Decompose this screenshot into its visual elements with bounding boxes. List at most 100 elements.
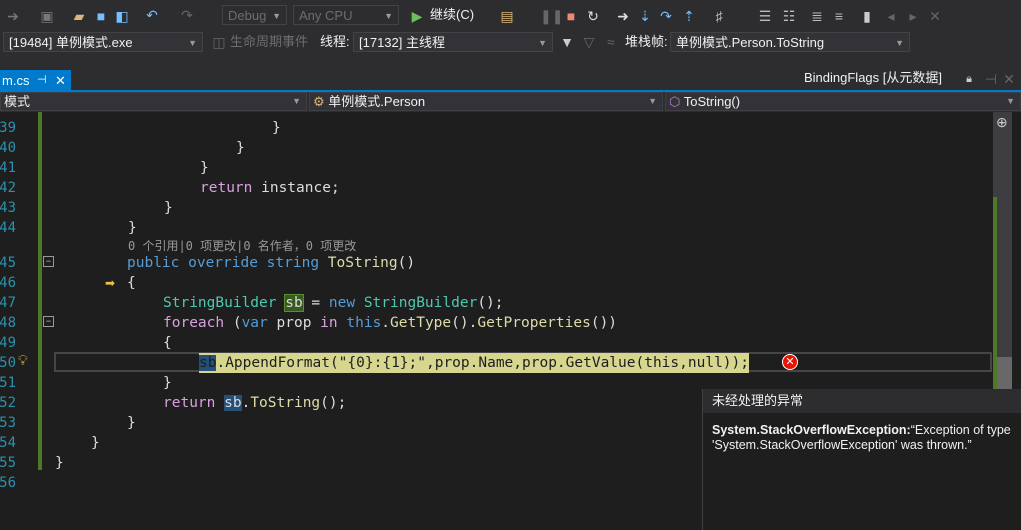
config-dropdown[interactable]: Debug ▼ [222, 5, 287, 25]
find-icon[interactable]: ▤ [498, 8, 516, 24]
member-dropdown[interactable]: ⬡ ToString() ▼ [665, 92, 1021, 111]
highlighted-variable: sb [284, 294, 304, 312]
codelens[interactable]: 0 个引用|0 项更改|0 名作者，0 项更改 [128, 237, 356, 254]
code-line-45: public override string ToString() [127, 253, 415, 273]
step-over-icon[interactable]: ↷ [657, 8, 675, 24]
indent-icon[interactable]: ≣ [808, 8, 826, 24]
project-dropdown[interactable]: 模式 ▼ [0, 92, 307, 111]
line-number: 43 [0, 200, 16, 216]
chevron-down-icon: ▼ [1006, 96, 1015, 106]
method-icon: ⬡ [669, 94, 684, 109]
highlighted-variable: sb [224, 395, 242, 411]
step-out-icon[interactable]: ⇡ [680, 8, 698, 24]
close-icon[interactable]: ✕ [55, 70, 66, 91]
collapse-icon[interactable]: − [43, 256, 54, 267]
toggle-flag-icon[interactable]: ≈ [602, 34, 620, 50]
process-value: [19484] 单例模式.exe [9, 35, 133, 50]
code-text: () [397, 255, 416, 271]
restart-icon[interactable]: ↻ [584, 8, 602, 24]
class-value: 单例模式.Person [328, 94, 426, 109]
filter-icon[interactable]: ▼ [558, 34, 576, 50]
open-file-icon[interactable]: ▰ [70, 8, 88, 24]
method-name: ToString [250, 395, 321, 411]
pin-icon[interactable]: ⊣ [37, 70, 47, 91]
code-text: ()) [590, 315, 618, 331]
play-icon[interactable]: ▶ [408, 8, 426, 24]
class-dropdown[interactable]: ⚙ 单例模式.Person ▼ [309, 92, 663, 111]
clear-bookmark-icon[interactable]: ✕ [926, 8, 944, 24]
tab-preview-binding-flags[interactable]: BindingFlags [从元数据] [804, 68, 942, 88]
chevron-down-icon: ▼ [538, 38, 547, 48]
line-number: 46 [0, 275, 16, 291]
keyword: return [163, 395, 216, 411]
keyword: return [200, 180, 253, 196]
keyword: foreach [163, 315, 225, 331]
code-text: . [381, 315, 391, 331]
hex-icon[interactable]: ♯ [710, 8, 728, 24]
collapse-icon[interactable]: − [43, 316, 54, 327]
split-icon[interactable]: ⊕ [996, 114, 1008, 131]
redo-icon[interactable]: ↷ [178, 7, 196, 23]
line-number: 47 [0, 295, 16, 311]
thread-label: 线程: [320, 34, 350, 49]
line-number: 50 [0, 355, 16, 371]
stack-frame-dropdown[interactable]: 单例模式.Person.ToString ▼ [670, 32, 910, 52]
code-line-39: } [272, 120, 281, 136]
chevron-down-icon: ▼ [188, 38, 197, 48]
continue-button[interactable]: 继续(C) [430, 5, 474, 25]
stop-icon[interactable]: ■ [562, 8, 580, 24]
code-line-52: return sb.ToString(); [163, 393, 346, 413]
lifecycle-icon: ◫ [212, 34, 226, 50]
method-name: ToString [327, 255, 398, 271]
type-name: StringBuilder [363, 295, 478, 311]
step-into-icon[interactable]: ⇣ [636, 8, 654, 24]
type-name: StringBuilder [163, 295, 286, 311]
keyword: public override string [127, 255, 328, 271]
chevron-down-icon: ▼ [272, 11, 281, 21]
exception-title: 未经处理的异常 [703, 389, 1021, 413]
line-number: 51 [0, 375, 16, 391]
lightbulb-icon[interactable]: 💡︎ [18, 352, 28, 369]
platform-dropdown[interactable]: Any CPU ▼ [293, 5, 399, 25]
code-line-55: } [55, 455, 64, 471]
close-preview-icon[interactable]: ✕ [1000, 71, 1018, 87]
code-text: (); [477, 295, 504, 311]
lock-icon: 🔒︎ [966, 73, 972, 85]
exception-type: System.StackOverflowException: [712, 423, 911, 437]
bookmark-icon[interactable]: ▮ [858, 8, 876, 24]
error-icon[interactable]: ✕ [782, 354, 798, 370]
tab-label: m.cs [2, 73, 30, 88]
code-text: instance; [252, 180, 340, 196]
promote-tab-icon[interactable]: ⊣ [982, 71, 1000, 87]
code-text: prop [267, 315, 321, 331]
save-all-icon[interactable]: ◧ [113, 8, 131, 24]
lifecycle-events-button[interactable]: 生命周期事件 [230, 32, 308, 52]
current-statement-arrow-icon: ➡ [105, 276, 116, 290]
show-next-statement-icon[interactable]: ➜ [614, 8, 632, 24]
keyword: var [241, 315, 268, 331]
code-line-47: StringBuilder sb = new StringBuilder(); [163, 293, 504, 313]
process-dropdown[interactable]: [19484] 单例模式.exe ▼ [3, 32, 203, 52]
platform-value: Any CPU [299, 8, 353, 23]
code-text: (); [320, 395, 347, 411]
config-value: Debug [228, 8, 267, 23]
line-number: 52 [0, 395, 16, 411]
undo-icon[interactable]: ↶ [143, 7, 161, 23]
chevron-down-icon: ▼ [895, 38, 904, 48]
prev-bookmark-icon[interactable]: ◂ [882, 8, 900, 24]
new-project-icon[interactable]: ▣ [38, 8, 56, 24]
tab-active-file[interactable]: m.cs ⊣ ✕ [0, 70, 71, 91]
chevron-down-icon: ▼ [648, 96, 657, 106]
toolbar: ➔ ▣ ▰ ■ ◧ ↶ ↷ Debug ▼ Any CPU ▼ ▶ 继续(C) ▤ … [0, 0, 1021, 64]
code-line-54: } [91, 435, 100, 451]
chevron-down-icon: ▼ [384, 11, 393, 21]
filter-thread-icon[interactable]: ▽ [580, 34, 598, 50]
next-bookmark-icon[interactable]: ▸ [904, 8, 922, 24]
thread-dropdown[interactable]: [17132] 主线程 ▼ [353, 32, 553, 52]
comment-icon[interactable]: ☰ [756, 8, 774, 24]
pause-icon[interactable]: ❚❚ [540, 8, 563, 24]
uncomment-icon[interactable]: ☷ [780, 8, 798, 24]
outdent-icon[interactable]: ≡ [830, 8, 848, 24]
save-icon[interactable]: ■ [92, 8, 110, 24]
navigate-back-icon[interactable]: ➔ [4, 8, 22, 24]
